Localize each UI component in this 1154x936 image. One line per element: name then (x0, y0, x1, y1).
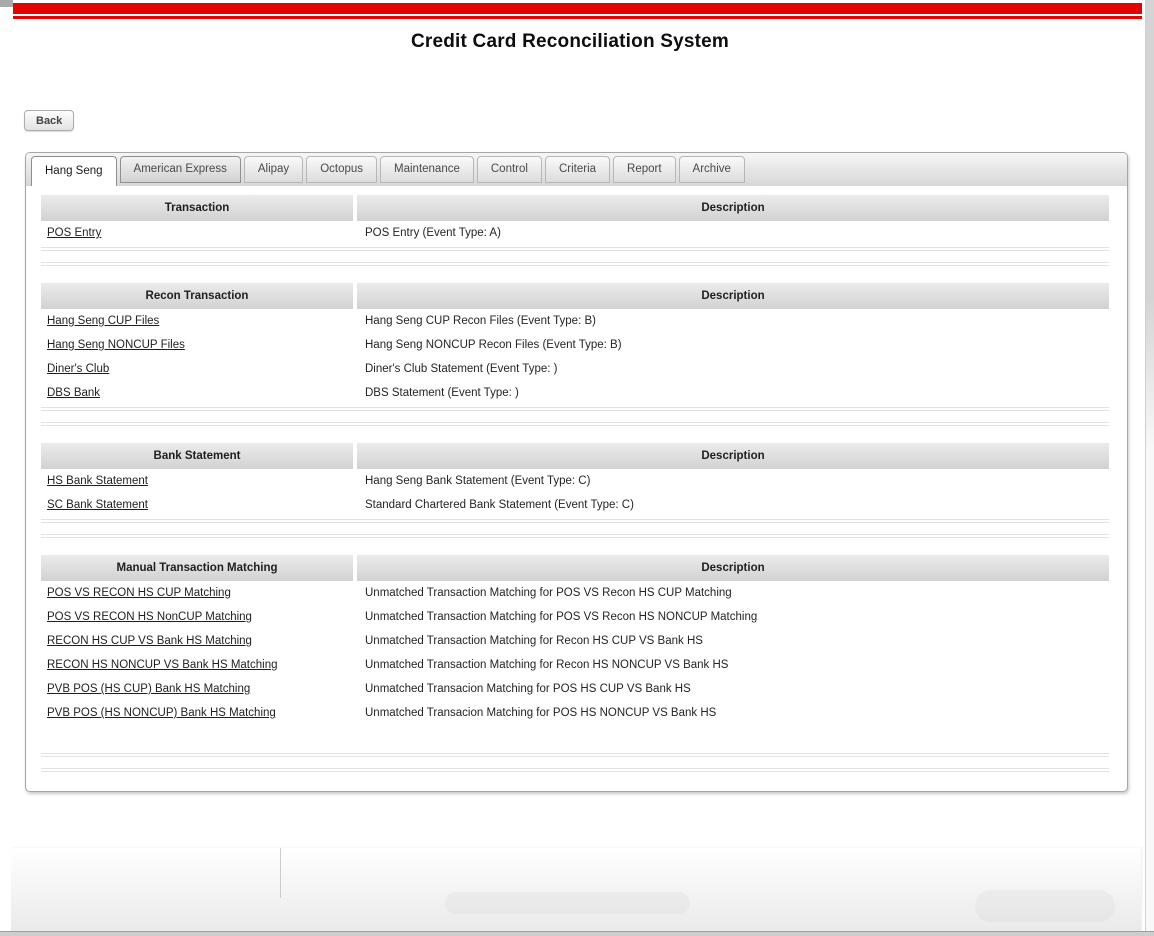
tab-archive[interactable]: Archive (679, 156, 745, 183)
dbs-bank-link[interactable]: DBS Bank (47, 387, 100, 399)
section-footer-rule (41, 768, 1109, 772)
section-transaction: Transaction Description POS Entry POS En… (41, 195, 1109, 283)
right-edge-strip (1145, 0, 1154, 931)
footer-watermark-center (445, 892, 690, 914)
column-header-description: Description (357, 283, 1109, 309)
page-title: Credit Card Reconciliation System (0, 31, 1140, 53)
column-header-bank-statement: Bank Statement (41, 443, 353, 469)
recon-hs-noncup-vs-bank-hs-matching-link[interactable]: RECON HS NONCUP VS Bank HS Matching (47, 659, 278, 671)
tab-octopus[interactable]: Octopus (306, 156, 377, 183)
column-header-description: Description (357, 443, 1109, 469)
tab-criteria[interactable]: Criteria (545, 156, 610, 183)
table-row: DBS Bank DBS Statement (Event Type: ) (41, 381, 1109, 405)
table-header-row: Recon Transaction Description (41, 283, 1109, 309)
diners-club-link[interactable]: Diner's Club (47, 363, 109, 375)
pos-vs-recon-hs-noncup-matching-link[interactable]: POS VS RECON HS NonCUP Matching (47, 611, 252, 623)
table-row: POS VS RECON HS CUP Matching Unmatched T… (41, 581, 1109, 605)
section-recon-transaction: Recon Transaction Description Hang Seng … (41, 283, 1109, 443)
column-header-description: Description (357, 555, 1109, 581)
table-header-row: Manual Transaction Matching Description (41, 555, 1109, 581)
column-header-transaction: Transaction (41, 195, 353, 221)
header-red-stripe (13, 16, 1142, 19)
row-description: Diner's Club Statement (Event Type: ) (357, 363, 1109, 375)
tab-alipay[interactable]: Alipay (244, 156, 303, 183)
tab-control[interactable]: Control (477, 156, 542, 183)
hang-seng-noncup-files-link[interactable]: Hang Seng NONCUP Files (47, 339, 185, 351)
footer-divider-line (280, 848, 281, 898)
table-row: POS VS RECON HS NonCUP Matching Unmatche… (41, 605, 1109, 629)
table-row: SC Bank Statement Standard Chartered Ban… (41, 493, 1109, 517)
row-description: Unmatched Transacion Matching for POS HS… (357, 683, 1109, 695)
footer-panel (11, 848, 1141, 931)
pos-vs-recon-hs-cup-matching-link[interactable]: POS VS RECON HS CUP Matching (47, 587, 231, 599)
column-header-recon-transaction: Recon Transaction (41, 283, 353, 309)
sc-bank-statement-link[interactable]: SC Bank Statement (47, 499, 148, 511)
table-row: POS Entry POS Entry (Event Type: A) (41, 221, 1109, 245)
table-header-row: Transaction Description (41, 195, 1109, 221)
table-row: PVB POS (HS NONCUP) Bank HS Matching Unm… (41, 701, 1109, 725)
column-header-manual-transaction-matching: Manual Transaction Matching (41, 555, 353, 581)
column-header-description: Description (357, 195, 1109, 221)
pvb-pos-hs-noncup-bank-hs-matching-link[interactable]: PVB POS (HS NONCUP) Bank HS Matching (47, 707, 276, 719)
row-description: Unmatched Transaction Matching for POS V… (357, 611, 1109, 623)
main-tab-panel: Hang Seng American Express Alipay Octopu… (25, 152, 1128, 792)
row-description: Hang Seng CUP Recon Files (Event Type: B… (357, 315, 1109, 327)
tab-hang-seng[interactable]: Hang Seng (31, 156, 117, 186)
row-description: Unmatched Transaction Matching for POS V… (357, 587, 1109, 599)
row-description: Standard Chartered Bank Statement (Event… (357, 499, 1109, 511)
row-description: Hang Seng Bank Statement (Event Type: C) (357, 475, 1109, 487)
hs-bank-statement-link[interactable]: HS Bank Statement (47, 475, 148, 487)
pos-entry-link[interactable]: POS Entry (47, 227, 101, 239)
table-row: PVB POS (HS CUP) Bank HS Matching Unmatc… (41, 677, 1109, 701)
tab-maintenance[interactable]: Maintenance (380, 156, 474, 183)
row-description: Unmatched Transacion Matching for POS HS… (357, 707, 1109, 719)
hang-seng-cup-files-link[interactable]: Hang Seng CUP Files (47, 315, 159, 327)
table-row: HS Bank Statement Hang Seng Bank Stateme… (41, 469, 1109, 493)
section-bank-statement: Bank Statement Description HS Bank State… (41, 443, 1109, 555)
tab-american-express[interactable]: American Express (120, 156, 241, 183)
bottom-window-edge (0, 931, 1154, 936)
table-row: Diner's Club Diner's Club Statement (Eve… (41, 357, 1109, 381)
row-description: Unmatched Transaction Matching for Recon… (357, 635, 1109, 647)
row-description: Unmatched Transaction Matching for Recon… (357, 659, 1109, 671)
header-red-bar (13, 3, 1142, 14)
back-button[interactable]: Back (24, 110, 74, 131)
footer-watermark-right (975, 890, 1115, 922)
table-row: RECON HS NONCUP VS Bank HS Matching Unma… (41, 653, 1109, 677)
pvb-pos-hs-cup-bank-hs-matching-link[interactable]: PVB POS (HS CUP) Bank HS Matching (47, 683, 250, 695)
row-description: POS Entry (Event Type: A) (357, 227, 1109, 239)
table-row: RECON HS CUP VS Bank HS Matching Unmatch… (41, 629, 1109, 653)
row-description: Hang Seng NONCUP Recon Files (Event Type… (357, 339, 1109, 351)
table-header-row: Bank Statement Description (41, 443, 1109, 469)
tab-strip: Hang Seng American Express Alipay Octopu… (26, 153, 1127, 186)
row-description: DBS Statement (Event Type: ) (357, 387, 1109, 399)
tab-report[interactable]: Report (613, 156, 676, 183)
recon-hs-cup-vs-bank-hs-matching-link[interactable]: RECON HS CUP VS Bank HS Matching (47, 635, 252, 647)
window-corner-fragment (0, 0, 13, 7)
section-manual-transaction-matching: Manual Transaction Matching Description … (41, 555, 1109, 772)
table-row: Hang Seng NONCUP Files Hang Seng NONCUP … (41, 333, 1109, 357)
tab-panel-content: Transaction Description POS Entry POS En… (26, 186, 1127, 772)
table-row: Hang Seng CUP Files Hang Seng CUP Recon … (41, 309, 1109, 333)
